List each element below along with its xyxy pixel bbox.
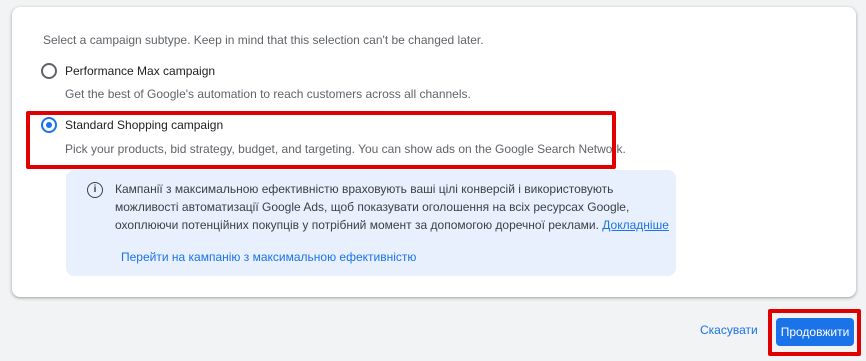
performance-max-title[interactable]: Performance Max campaign xyxy=(65,64,215,78)
intro-text: Select a campaign subtype. Keep in mind … xyxy=(43,33,484,47)
performance-max-description: Get the best of Google's automation to r… xyxy=(65,87,471,101)
info-icon: i xyxy=(87,182,103,198)
performance-max-radio[interactable] xyxy=(41,63,57,79)
info-text-line: охоплюючи потенційних покупців у потрібн… xyxy=(115,216,669,234)
info-text: Кампанії з максимальною ефективністю вра… xyxy=(115,180,669,234)
info-text-line: Кампанії з максимальною ефективністю вра… xyxy=(115,182,614,196)
cancel-button[interactable]: Скасувати xyxy=(700,323,758,337)
learn-more-link[interactable]: Докладніше xyxy=(602,218,669,232)
info-text-line-3: охоплюючи потенційних покупців у потрібн… xyxy=(115,218,599,232)
info-text-line: можливості автоматизації Google Ads, щоб… xyxy=(115,200,630,214)
switch-to-performance-max-link[interactable]: Перейти на кампанію з максимальною ефект… xyxy=(121,250,416,264)
continue-button[interactable]: Продовжити xyxy=(776,318,854,346)
standard-shopping-highlight xyxy=(26,111,616,169)
campaign-subtype-page: Select a campaign subtype. Keep in mind … xyxy=(0,0,866,361)
